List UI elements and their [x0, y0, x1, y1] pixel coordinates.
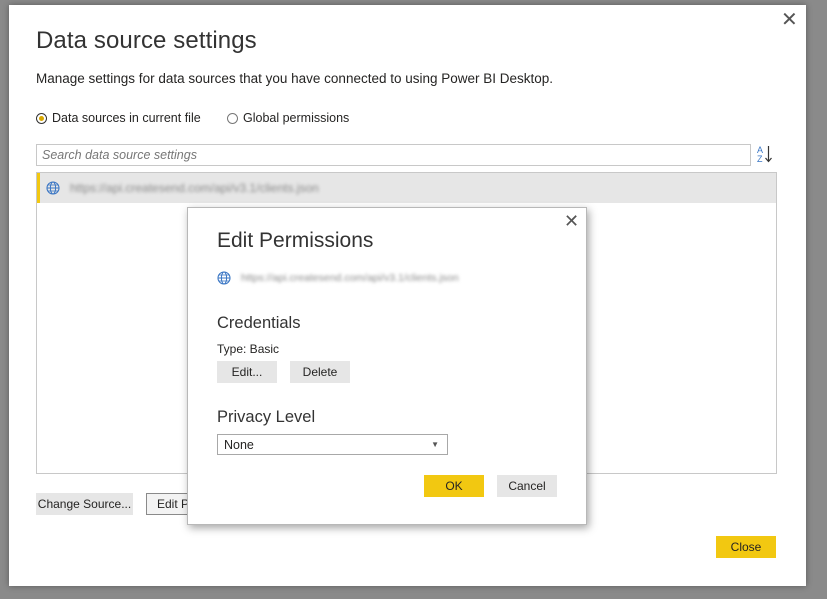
list-item[interactable]: https://api.createsend.com/api/v3.1/clie… — [37, 173, 776, 203]
cancel-button[interactable]: Cancel — [497, 475, 557, 497]
data-source-url: https://api.createsend.com/api/v3.1/clie… — [70, 181, 319, 195]
dialog-title: Data source settings — [36, 27, 257, 54]
permissions-title: Edit Permissions — [217, 229, 374, 252]
svg-text:Z: Z — [757, 154, 763, 164]
close-icon[interactable]: ✕ — [781, 9, 798, 29]
globe-icon — [46, 181, 60, 195]
radio-unselected-icon[interactable] — [227, 112, 238, 124]
chevron-down-icon: ▼ — [431, 440, 439, 449]
edit-permissions-dialog: ✕ Edit Permissions https://api.createsen… — [187, 207, 587, 525]
search-input[interactable] — [36, 144, 751, 166]
privacy-level-select[interactable]: None ▼ — [217, 434, 448, 455]
credential-type-label: Type: Basic — [217, 342, 280, 356]
radio-current-file-label: Data sources in current file — [52, 111, 201, 125]
ok-button[interactable]: OK — [424, 475, 484, 497]
privacy-level-heading: Privacy Level — [217, 408, 316, 426]
radio-global-permissions[interactable]: Global permissions — [227, 111, 349, 125]
change-source-button[interactable]: Change Source... — [36, 493, 133, 515]
globe-icon — [217, 271, 231, 285]
radio-current-file[interactable]: Data sources in current file — [36, 111, 201, 125]
sort-az-icon: A Z — [757, 145, 772, 164]
dialog-subtitle: Manage settings for data sources that yo… — [36, 71, 554, 86]
permissions-url: https://api.createsend.com/api/v3.1/clie… — [241, 272, 459, 284]
edit-credentials-button[interactable]: Edit... — [217, 361, 277, 383]
delete-credentials-button[interactable]: Delete — [290, 361, 350, 383]
privacy-level-value: None — [224, 437, 254, 452]
sort-az-button[interactable]: A Z — [754, 142, 776, 166]
permissions-url-row: https://api.createsend.com/api/v3.1/clie… — [217, 271, 459, 285]
credentials-heading: Credentials — [217, 314, 301, 332]
close-icon[interactable]: ✕ — [564, 212, 579, 232]
close-button[interactable]: Close — [716, 536, 776, 558]
radio-global-permissions-label: Global permissions — [243, 111, 350, 125]
radio-selected-icon[interactable] — [36, 112, 47, 124]
